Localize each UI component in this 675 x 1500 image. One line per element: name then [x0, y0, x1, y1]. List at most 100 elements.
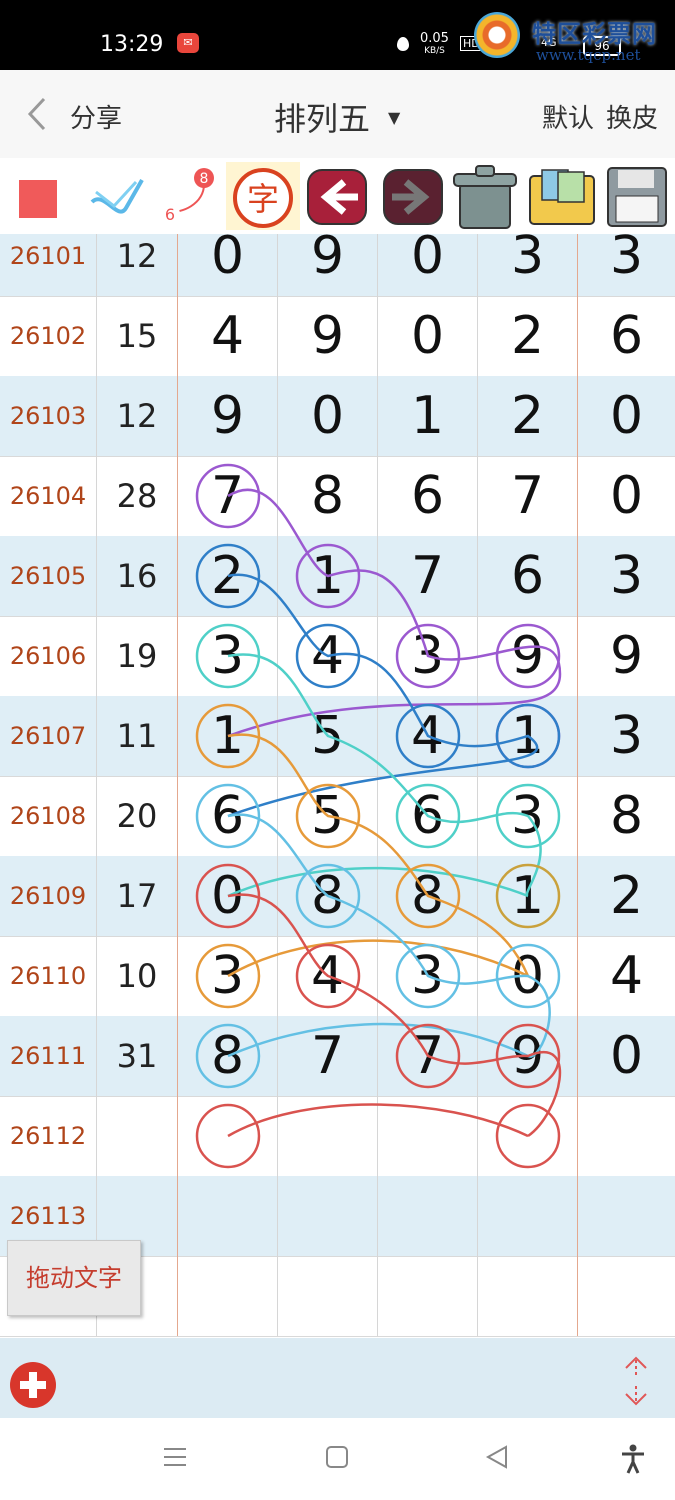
digit-cell: 6	[478, 536, 578, 616]
digit-cell: 3	[378, 616, 478, 696]
digit-sum: 17	[97, 856, 178, 936]
table-row: 26109 17 0 8 8 1 2	[0, 856, 675, 937]
back-triangle-icon[interactable]	[484, 1444, 510, 1470]
redo-arrow-icon[interactable]	[380, 162, 446, 230]
watermark-logo-icon	[474, 12, 520, 58]
digit-sum: 12	[97, 234, 178, 296]
title-bar: 分享 排列五 ▼ 默认 换皮	[0, 70, 675, 159]
digit-cell: 2	[178, 536, 278, 616]
digit-cell: 7	[378, 1016, 478, 1096]
digit-cell: 0	[378, 296, 478, 376]
digit-cell: 0	[609, 1026, 644, 1086]
watermark: 特区彩票网 www.tqcp.net	[474, 10, 674, 66]
text-tool[interactable]: 字	[226, 162, 300, 230]
digit-cell	[378, 1176, 478, 1256]
digit-cell: 9	[278, 234, 378, 296]
network-speed: 0.05 KB/S	[420, 32, 449, 57]
page-title[interactable]: 排列五	[274, 94, 370, 140]
digit-cell: 1	[178, 696, 278, 776]
digit-cell	[178, 1256, 278, 1336]
watermark-url: www.tqcp.net	[536, 46, 641, 64]
trash-icon[interactable]	[448, 162, 522, 230]
digit-cell	[278, 1176, 378, 1256]
accessibility-icon[interactable]	[620, 1444, 646, 1474]
char-icon-text: 字	[247, 180, 279, 218]
digit-cell: 3	[378, 936, 478, 1016]
data-saver-icon	[397, 37, 409, 51]
digit-cell: 7	[478, 456, 578, 536]
change-skin-button[interactable]: 换皮	[606, 98, 658, 135]
digit-cell: 9	[178, 376, 278, 456]
drag-text-button[interactable]: 拖动文字	[7, 1240, 141, 1316]
digit-cell	[278, 1096, 378, 1176]
digit-cell	[378, 1256, 478, 1336]
digit-cell: 2	[478, 296, 578, 376]
digit-sum: 19	[97, 616, 178, 696]
share-button[interactable]: 分享	[70, 98, 122, 135]
add-circle-icon[interactable]	[10, 1362, 56, 1408]
digit-cell: 4	[378, 696, 478, 776]
digit-cell	[578, 1096, 675, 1176]
issue-number: 26108	[0, 776, 97, 856]
digit-cell: 7	[378, 536, 478, 616]
save-floppy-icon[interactable]	[602, 162, 672, 230]
digit-cell	[578, 1176, 675, 1256]
digit-cell: 6	[378, 776, 478, 856]
digit-cell: 4	[278, 616, 378, 696]
issue-number: 26110	[0, 936, 97, 1016]
table-row: 26108 20 6 5 6 3 8	[0, 776, 675, 857]
digit-cell: 4	[178, 296, 278, 376]
digit-cell: 9	[278, 296, 378, 376]
back-chevron-icon[interactable]	[26, 96, 48, 132]
dropdown-caret-icon[interactable]: ▼	[388, 108, 400, 127]
issue-number: 26104	[0, 456, 97, 536]
digit-cell: 1	[478, 696, 578, 776]
net-unit: KB/S	[424, 46, 445, 56]
vertical-resize-icon[interactable]	[620, 1354, 652, 1408]
digit-cell: 7	[178, 456, 278, 536]
digit-cell: 3	[478, 234, 578, 296]
digit-cell: 1	[278, 536, 378, 616]
digit-cell: 0	[478, 936, 578, 1016]
connect-line-icon[interactable]: 86	[156, 162, 222, 230]
badge-bottom-text: 6	[165, 205, 175, 224]
digit-cell: 1	[478, 856, 578, 936]
issue-number: 26102	[0, 296, 97, 376]
issue-number: 26109	[0, 856, 97, 936]
watermark-name: 特区彩票网	[532, 20, 657, 48]
digit-cell: 0	[278, 376, 378, 456]
digit-cell	[578, 1256, 675, 1336]
issue-number: 26105	[0, 536, 97, 616]
home-icon[interactable]	[324, 1444, 350, 1470]
digit-cell: 5	[278, 696, 378, 776]
color-swatch-icon[interactable]	[10, 162, 66, 230]
table-row: 26107 11 1 5 4 1 3	[0, 696, 675, 777]
digit-cell: 9	[478, 1016, 578, 1096]
digit-cell: 3	[609, 546, 644, 606]
table-row: 26110 10 3 4 3 0 4	[0, 936, 675, 1017]
status-bar: 13:29 ✉ 0.05KB/S HD 5G 4G 96 特区彩票网 www.t…	[0, 0, 675, 70]
pen-tool-icon[interactable]	[84, 162, 150, 230]
digit-cell: 8	[178, 1016, 278, 1096]
digit-cell: 1	[378, 376, 478, 456]
digit-cell: 0	[378, 234, 478, 296]
digit-cell: 3	[609, 234, 644, 286]
table-row: 26102 15 4 9 0 2 6	[0, 296, 675, 377]
digit-cell: 2	[609, 866, 644, 926]
undo-arrow-icon[interactable]	[304, 162, 370, 230]
results-grid: 26101 12 0 9 0 3 3 26102 15 4 9 0 2 6 26103 12 9 0 1 2 0 2610…	[0, 234, 675, 1338]
digit-sum: 15	[97, 296, 178, 376]
default-button[interactable]: 默认	[542, 98, 594, 135]
digit-cell: 0	[609, 466, 644, 526]
table-row: 26104 28 7 8 6 7 0	[0, 456, 675, 537]
digit-cell: 6	[609, 306, 644, 366]
digit-cell: 9	[478, 616, 578, 696]
bottom-bar	[0, 1338, 675, 1418]
digit-cell: 2	[478, 376, 578, 456]
char-icon: 字	[233, 168, 293, 228]
menu-icon[interactable]	[162, 1444, 188, 1470]
image-folder-icon[interactable]	[524, 162, 600, 230]
digit-cell: 8	[378, 856, 478, 936]
digit-cell	[378, 1096, 478, 1176]
digit-sum	[97, 1096, 178, 1176]
